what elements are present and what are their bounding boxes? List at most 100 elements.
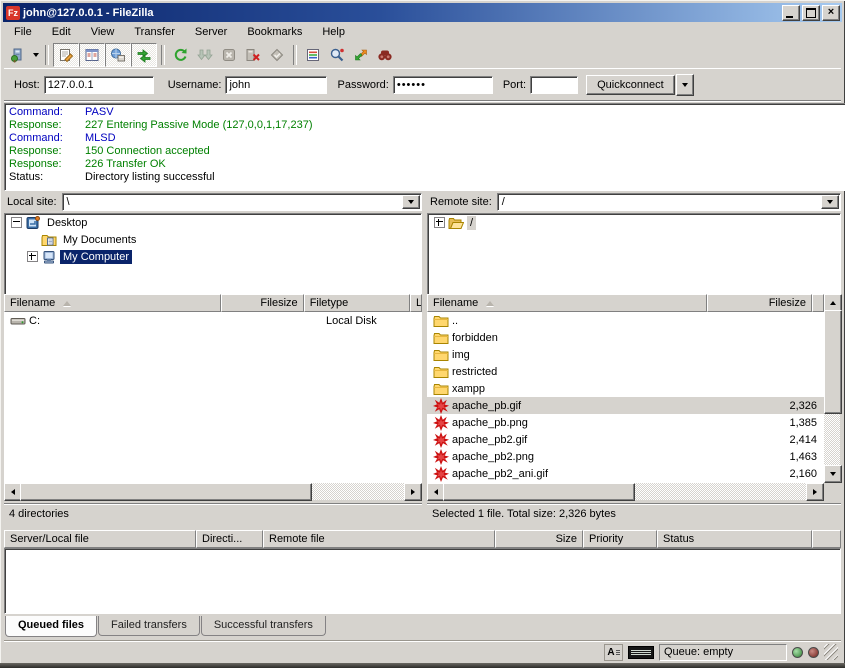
menu-transfer[interactable]: Transfer — [124, 24, 185, 41]
chevron-down-icon[interactable] — [821, 195, 839, 209]
sort-ascending-icon — [63, 301, 71, 306]
column-status[interactable]: Status — [657, 530, 812, 548]
menu-bar: File Edit View Transfer Server Bookmarks… — [4, 23, 841, 42]
remote-site-value: / — [502, 196, 505, 208]
column-remote-file[interactable]: Remote file — [263, 530, 495, 548]
local-horizontal-scrollbar[interactable] — [4, 483, 422, 500]
scroll-down-icon[interactable] — [824, 465, 842, 483]
scroll-right-icon[interactable] — [806, 483, 824, 501]
file-row[interactable]: forbidden — [427, 329, 824, 346]
find-files-button[interactable] — [373, 44, 397, 66]
scrollbar-thumb[interactable] — [20, 483, 312, 501]
menu-bookmarks[interactable]: Bookmarks — [237, 24, 312, 41]
column-direction[interactable]: Directi... — [196, 530, 263, 548]
directory-comparison-icon — [329, 47, 345, 63]
host-input[interactable] — [44, 76, 154, 94]
column-filename[interactable]: Filename — [4, 294, 221, 312]
menu-file[interactable]: File — [4, 24, 42, 41]
column-last-modified[interactable]: L — [410, 294, 422, 312]
activity-led-red-icon — [808, 647, 819, 658]
reconnect-button[interactable] — [265, 44, 289, 66]
tab-queued-files[interactable]: Queued files — [5, 616, 97, 637]
remote-site-combobox[interactable]: / — [497, 193, 841, 211]
refresh-button[interactable] — [169, 44, 193, 66]
synchronized-browsing-button[interactable] — [349, 44, 373, 66]
menu-server[interactable]: Server — [185, 24, 237, 41]
tree-item-my-computer[interactable]: My Computer — [5, 248, 421, 265]
file-row[interactable]: apache_pb2.gif 2,414 — [427, 431, 824, 448]
quickconnect-dropdown[interactable] — [676, 74, 694, 96]
file-row[interactable]: apache_pb.png 1,385 — [427, 414, 824, 431]
disconnect-button[interactable] — [241, 44, 265, 66]
file-row-selected[interactable]: apache_pb.gif 2,326 — [427, 397, 824, 414]
cancel-operation-button[interactable] — [217, 44, 241, 66]
file-row[interactable]: apache_pb2.png 1,463 — [427, 448, 824, 465]
file-row[interactable]: restricted — [427, 363, 824, 380]
toggle-message-log-icon — [58, 47, 74, 63]
tab-successful-transfers[interactable]: Successful transfers — [201, 616, 326, 636]
tab-failed-transfers[interactable]: Failed transfers — [98, 616, 200, 636]
scrollbar-thumb[interactable] — [443, 483, 635, 501]
drive-icon — [10, 313, 26, 329]
scrollbar-thumb[interactable] — [824, 310, 842, 414]
speed-limit-indicator-icon[interactable] — [628, 646, 654, 659]
column-priority[interactable]: Priority — [583, 530, 657, 548]
toggle-directory-views-button[interactable] — [105, 43, 131, 67]
tree-item-desktop[interactable]: Desktop — [5, 214, 421, 231]
remote-tree: / — [427, 213, 841, 296]
collapse-icon[interactable] — [11, 217, 22, 228]
toggle-tree-views-button[interactable] — [79, 43, 105, 67]
file-row[interactable]: apache_pb2_ani.gif 2,160 — [427, 465, 824, 482]
synchronized-browsing-icon — [353, 47, 369, 63]
remote-horizontal-scrollbar[interactable] — [427, 483, 824, 500]
remote-vertical-scrollbar[interactable] — [824, 294, 841, 483]
column-size[interactable]: Size — [495, 530, 583, 548]
password-input[interactable] — [393, 76, 493, 94]
process-queue-icon — [197, 47, 213, 63]
menu-edit[interactable]: Edit — [42, 24, 81, 41]
column-filename[interactable]: Filename — [427, 294, 707, 312]
close-button[interactable]: × — [822, 5, 840, 21]
toggle-transfer-queue-button[interactable] — [131, 43, 157, 67]
desktop-icon — [25, 215, 41, 231]
port-input[interactable] — [530, 76, 578, 94]
local-site-combobox[interactable]: \ — [62, 193, 422, 211]
quickconnect-button[interactable]: Quickconnect — [586, 75, 675, 95]
chevron-down-icon[interactable] — [402, 195, 420, 209]
process-queue-button[interactable] — [193, 44, 217, 66]
column-filesize[interactable]: Filesize — [221, 294, 304, 312]
remote-pane: Remote site: / / Filename Filesize .. — [427, 191, 841, 523]
maximize-button[interactable] — [802, 5, 820, 21]
minimize-button[interactable] — [782, 5, 800, 21]
site-manager-button[interactable] — [6, 44, 30, 66]
resize-grip[interactable] — [824, 644, 838, 660]
column-server-local-file[interactable]: Server/Local file — [4, 530, 196, 548]
menu-view[interactable]: View — [81, 24, 125, 41]
remote-status-text: Selected 1 file. Total size: 2,326 bytes — [427, 503, 841, 523]
toggle-message-log-button[interactable] — [53, 43, 79, 67]
column-filesize[interactable]: Filesize — [707, 294, 812, 312]
message-log: Command:PASV Response:227 Entering Passi… — [4, 103, 845, 191]
username-input[interactable] — [225, 76, 327, 94]
image-file-icon — [433, 432, 449, 448]
filezilla-logo-icon: Fz — [6, 6, 20, 20]
data-type-indicator-icon[interactable]: A — [604, 644, 623, 661]
tree-item-my-documents[interactable]: My Documents — [5, 231, 421, 248]
expand-icon[interactable] — [434, 217, 445, 228]
file-row-c-drive[interactable]: C: Local Disk — [4, 312, 422, 329]
file-row[interactable]: .. — [427, 312, 824, 329]
file-row[interactable]: xampp — [427, 380, 824, 397]
menu-help[interactable]: Help — [312, 24, 355, 41]
directory-comparison-button[interactable] — [325, 44, 349, 66]
image-file-icon — [433, 466, 449, 482]
scroll-right-icon[interactable] — [404, 483, 422, 501]
file-row[interactable]: img — [427, 346, 824, 363]
site-manager-dropdown[interactable] — [30, 44, 41, 66]
directory-filters-button[interactable] — [301, 44, 325, 66]
column-filetype[interactable]: Filetype — [304, 294, 410, 312]
expand-icon[interactable] — [27, 251, 38, 262]
tree-item-root[interactable]: / — [428, 214, 840, 231]
filetype-cell: Local Disk — [320, 315, 377, 327]
image-file-icon — [433, 415, 449, 431]
title-bar: Fz john@127.0.0.1 - FileZilla × — [3, 3, 842, 22]
